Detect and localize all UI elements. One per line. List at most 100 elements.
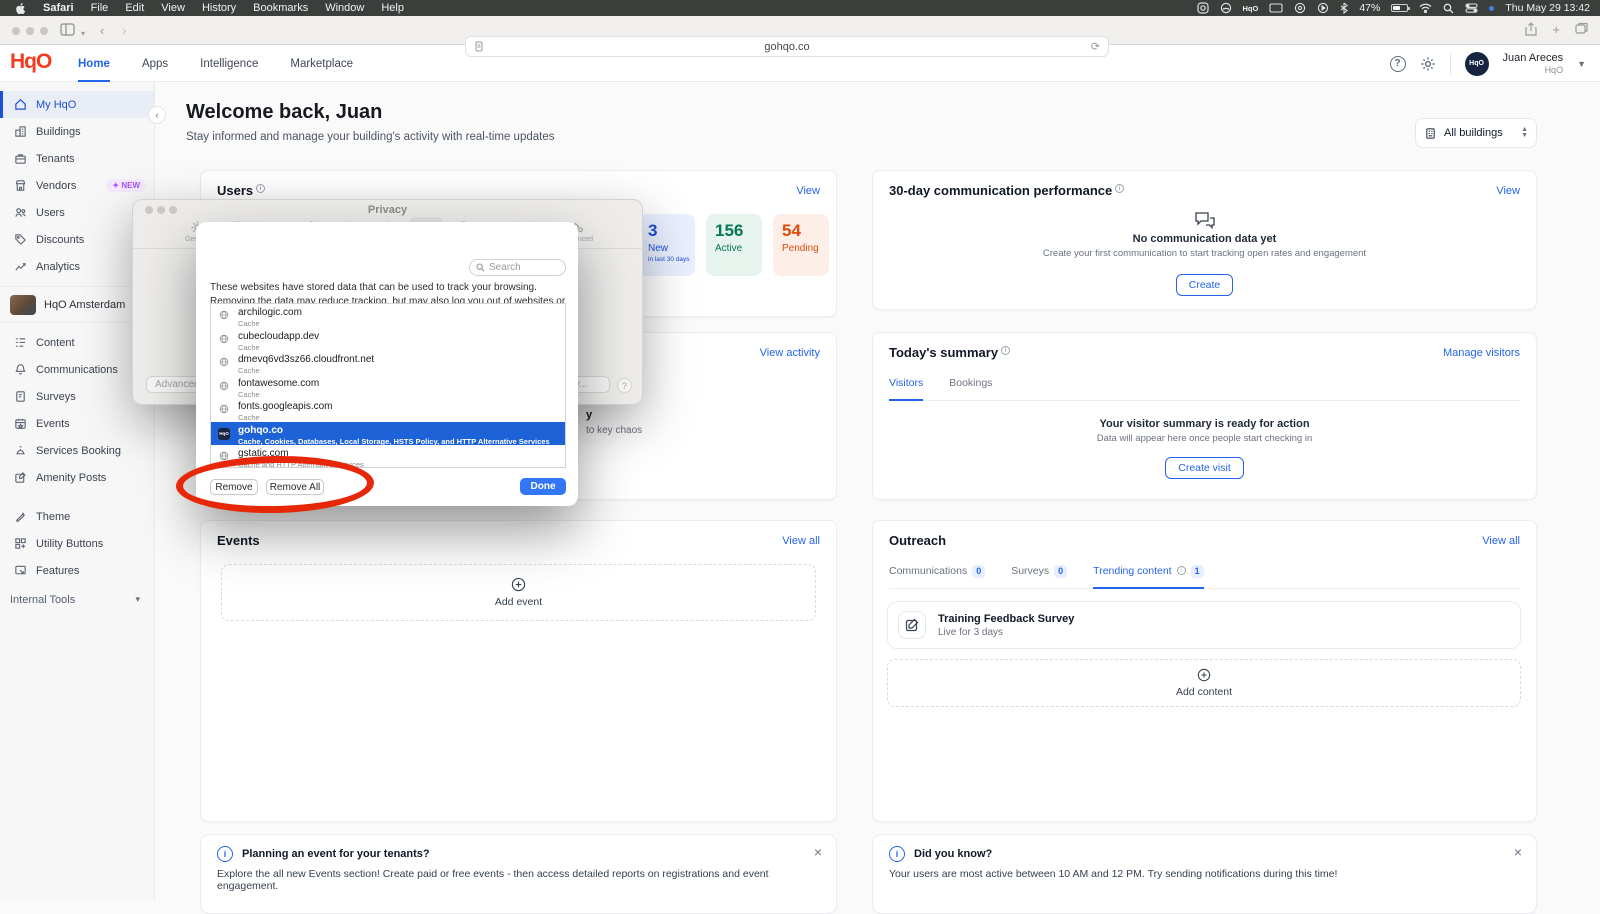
menubar-clock[interactable]: Thu May 29 13:42 bbox=[1505, 2, 1590, 14]
tab-bookings[interactable]: Bookings bbox=[949, 377, 992, 400]
url-bar[interactable]: gohqo.co ⟳ bbox=[465, 36, 1109, 57]
info-icon: i bbox=[1001, 346, 1010, 355]
menubar-edit[interactable]: Edit bbox=[125, 2, 144, 14]
hqo-logo[interactable]: HqO bbox=[10, 50, 51, 74]
sidebar-item-communications[interactable]: Communications bbox=[0, 356, 154, 383]
tab-intelligence[interactable]: Intelligence bbox=[200, 45, 258, 82]
sidebar-building-selector[interactable]: HqO Amsterdam bbox=[0, 286, 154, 323]
close-icon[interactable]: × bbox=[1514, 844, 1522, 860]
site-row-selected[interactable]: HqO gohqo.co Cache, Cookies, Databases, … bbox=[211, 422, 565, 446]
tab-apps[interactable]: Apps bbox=[142, 45, 168, 82]
menubar-view[interactable]: View bbox=[161, 2, 185, 14]
users-view-link[interactable]: View bbox=[796, 185, 820, 197]
banner-body: Explore the all new Events section! Crea… bbox=[217, 868, 806, 892]
back-button[interactable]: ‹ bbox=[100, 23, 104, 38]
sidebar-item-utility-buttons[interactable]: Utility Buttons bbox=[0, 530, 154, 557]
window-close-button[interactable] bbox=[12, 27, 20, 35]
site-row[interactable]: fonts.googleapis.com Cache bbox=[211, 398, 565, 422]
wifi-icon[interactable] bbox=[1419, 3, 1432, 13]
tab-marketplace[interactable]: Marketplace bbox=[290, 45, 353, 82]
menubar-window[interactable]: Window bbox=[325, 2, 364, 14]
menubar-history[interactable]: History bbox=[202, 2, 236, 14]
bluetooth-icon[interactable] bbox=[1340, 2, 1348, 14]
stat-pending-users: 54 Pending bbox=[773, 214, 829, 276]
reload-icon[interactable]: ⟳ bbox=[1091, 40, 1100, 53]
sidebar-item-theme[interactable]: Theme bbox=[0, 503, 154, 530]
sidebar-item-buildings[interactable]: Buildings bbox=[0, 118, 154, 145]
website-data-list[interactable]: archilogic.com Cache cubecloudapp.dev Ca… bbox=[210, 303, 566, 468]
manage-website-data-sheet: Search These websites have stored data t… bbox=[196, 222, 578, 506]
building-filter-dropdown[interactable]: All buildings ▲▼ bbox=[1415, 118, 1537, 148]
spotlight-icon[interactable] bbox=[1443, 3, 1454, 14]
sidebar-item-analytics[interactable]: Analytics bbox=[0, 253, 154, 280]
sidebar-item-features[interactable]: Features bbox=[0, 557, 154, 584]
chevron-down-icon[interactable]: ▾ bbox=[81, 26, 85, 41]
sidebar-item-internal-tools[interactable]: Internal Tools ▾ bbox=[0, 586, 154, 613]
apple-icon[interactable] bbox=[14, 2, 26, 15]
window-zoom-button[interactable] bbox=[40, 27, 48, 35]
events-view-all-link[interactable]: View all bbox=[782, 535, 820, 547]
help-icon[interactable]: ? bbox=[1390, 56, 1406, 72]
control-center-icon[interactable] bbox=[1465, 3, 1478, 13]
create-visit-button[interactable]: Create visit bbox=[1165, 457, 1244, 479]
tab-overview-icon[interactable] bbox=[1575, 22, 1588, 37]
forward-button[interactable]: › bbox=[122, 23, 126, 38]
chevron-down-icon[interactable]: ▼ bbox=[1577, 59, 1586, 69]
site-row[interactable]: cubecloudapp.dev Cache bbox=[211, 328, 565, 352]
tab-visitors[interactable]: Visitors bbox=[889, 377, 923, 400]
sidebar-item-users[interactable]: Users bbox=[0, 199, 154, 226]
site-row[interactable]: gstatic.com Cache and HTTP Alternative S… bbox=[211, 445, 565, 468]
tab-home[interactable]: Home bbox=[78, 45, 110, 82]
divider bbox=[1450, 53, 1451, 75]
remove-all-button[interactable]: Remove All bbox=[266, 479, 324, 495]
sidebar-item-my-hqo[interactable]: My HqO bbox=[0, 91, 154, 118]
keyboard-icon[interactable] bbox=[1269, 3, 1283, 13]
done-button[interactable]: Done bbox=[520, 478, 566, 495]
todays-summary-card: Today's summaryi Manage visitors Visitor… bbox=[872, 332, 1537, 500]
menubar-app-icon[interactable] bbox=[1294, 2, 1306, 14]
site-row[interactable]: dmevq6vd3sz66.cloudfront.net Cache bbox=[211, 351, 565, 375]
sidebar-item-surveys[interactable]: Surveys bbox=[0, 383, 154, 410]
tab-trending-content[interactable]: Trending content i 1 bbox=[1093, 565, 1203, 588]
avatar[interactable]: HqO bbox=[1465, 52, 1489, 76]
add-content-button[interactable]: Add content bbox=[887, 659, 1521, 707]
communication-view-link[interactable]: View bbox=[1496, 185, 1520, 197]
menubar-app-icon[interactable] bbox=[1220, 2, 1232, 14]
close-icon[interactable]: × bbox=[814, 844, 822, 860]
menubar-app-safari[interactable]: Safari bbox=[43, 2, 74, 14]
gear-icon[interactable] bbox=[1420, 56, 1436, 72]
sidebar-item-discounts[interactable]: Discounts bbox=[0, 226, 154, 253]
outreach-view-all-link[interactable]: View all bbox=[1482, 535, 1520, 547]
sidebar-item-events[interactable]: Events bbox=[0, 410, 154, 437]
site-row[interactable]: archilogic.com Cache bbox=[211, 304, 565, 328]
privacy-shield-icon[interactable] bbox=[474, 41, 484, 53]
tab-communications[interactable]: Communications 0 bbox=[889, 565, 985, 588]
remove-button[interactable]: Remove bbox=[210, 479, 258, 495]
sidebar-collapse-button[interactable]: ‹ bbox=[148, 106, 166, 124]
site-row[interactable]: fontawesome.com Cache bbox=[211, 375, 565, 399]
create-communication-button[interactable]: Create bbox=[1176, 274, 1234, 296]
play-icon[interactable] bbox=[1317, 2, 1329, 14]
add-event-button[interactable]: Add event bbox=[221, 564, 816, 621]
menubar-file[interactable]: File bbox=[91, 2, 109, 14]
manage-visitors-link[interactable]: Manage visitors bbox=[1443, 347, 1520, 359]
search-input[interactable]: Search bbox=[469, 259, 566, 276]
help-icon[interactable]: ? bbox=[617, 378, 632, 393]
menubar-hqo-item[interactable]: HqO bbox=[1243, 4, 1259, 13]
share-icon[interactable] bbox=[1525, 22, 1537, 37]
new-tab-icon[interactable]: + bbox=[1552, 22, 1560, 37]
sidebar-item-services-booking[interactable]: Services Booking bbox=[0, 437, 154, 464]
menubar-bookmarks[interactable]: Bookmarks bbox=[253, 2, 308, 14]
window-minimize-button[interactable] bbox=[26, 27, 34, 35]
user-org: HqO bbox=[1503, 65, 1564, 75]
sidebar-item-amenity-posts[interactable]: Amenity Posts bbox=[0, 464, 154, 491]
view-activity-link[interactable]: View activity bbox=[760, 347, 820, 359]
menubar-help[interactable]: Help bbox=[381, 2, 404, 14]
sidebar-item-tenants[interactable]: Tenants bbox=[0, 145, 154, 172]
trending-content-item[interactable]: Training Feedback Survey Live for 3 days bbox=[887, 601, 1521, 649]
sidebar-item-content[interactable]: Content bbox=[0, 329, 154, 356]
sidebar-item-vendors[interactable]: Vendors ✦ NEW bbox=[0, 172, 154, 199]
tab-surveys[interactable]: Surveys 0 bbox=[1011, 565, 1067, 588]
sidebar-toggle-icon[interactable] bbox=[60, 23, 75, 36]
menubar-app-icon[interactable] bbox=[1197, 2, 1209, 14]
